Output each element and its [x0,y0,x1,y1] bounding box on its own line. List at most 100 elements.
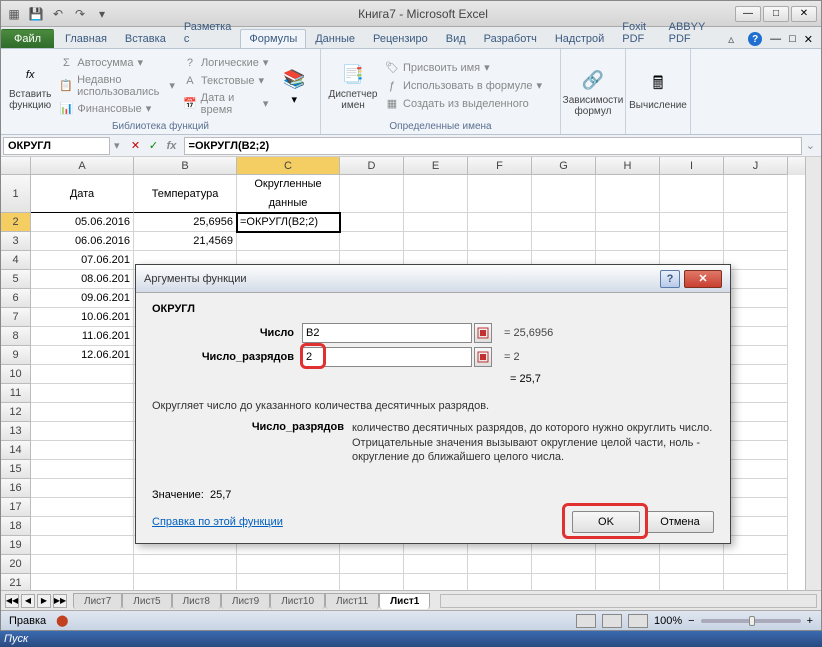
row-header[interactable]: 7 [1,308,31,327]
cell[interactable] [660,232,724,251]
sheet-tab[interactable]: Лист1 [379,593,430,609]
tab-home[interactable]: Главная [56,29,116,48]
cell[interactable] [724,365,788,384]
create-from-selection-button[interactable]: ▦Создать из выделенного [383,96,544,112]
cell[interactable] [724,346,788,365]
arg2-ref-button[interactable] [474,347,492,367]
close-button[interactable]: ✕ [791,6,817,22]
cell[interactable] [532,574,596,590]
row-header[interactable]: 11 [1,384,31,403]
define-name-button[interactable]: 🏷Присвоить имя▾ [383,60,544,76]
dialog-close-icon[interactable]: ✕ [684,270,722,288]
cell[interactable] [237,232,340,251]
cell[interactable] [724,232,788,251]
col-header-f[interactable]: F [468,157,532,175]
cell[interactable] [31,536,134,555]
cell[interactable] [340,555,404,574]
cell[interactable] [340,574,404,590]
help-link[interactable]: Справка по этой функции [152,516,283,528]
doc-minimize-icon[interactable]: — [770,33,781,45]
tab-insert[interactable]: Вставка [116,29,175,48]
cell[interactable] [237,555,340,574]
cell[interactable] [468,574,532,590]
cell[interactable] [468,555,532,574]
cancel-formula-icon[interactable]: ✕ [128,138,144,154]
formula-deps-button[interactable]: 🔗Зависимости формул [567,51,619,132]
cell[interactable] [404,555,468,574]
cell[interactable] [404,175,468,213]
cell[interactable] [724,498,788,517]
sheet-first-icon[interactable]: ◀◀ [5,594,19,608]
row-header[interactable]: 8 [1,327,31,346]
cell[interactable]: 07.06.201 [31,251,134,270]
formula-expand-icon[interactable]: ⌄ [802,139,819,152]
ok-button[interactable]: OK [572,511,640,533]
redo-icon[interactable]: ↷ [71,5,89,23]
cell[interactable]: 11.06.201 [31,327,134,346]
cell[interactable] [660,175,724,213]
select-all-corner[interactable] [1,157,31,175]
cell[interactable] [724,460,788,479]
sheet-next-icon[interactable]: ▶ [37,594,51,608]
excel-icon[interactable]: ▦ [5,5,23,23]
fx-button-icon[interactable]: fx [164,138,180,154]
col-header-a[interactable]: A [31,157,134,175]
cell[interactable] [724,308,788,327]
cell[interactable]: =ОКРУГЛ(B2;2) [237,213,340,232]
cell[interactable] [404,213,468,232]
cell[interactable] [724,536,788,555]
col-header-h[interactable]: H [596,157,660,175]
cell[interactable]: Округленныеданные [237,175,340,213]
cell[interactable] [134,555,237,574]
cell[interactable] [31,422,134,441]
tab-abbyy[interactable]: ABBYY PDF [660,17,715,48]
cell[interactable] [724,327,788,346]
name-manager-button[interactable]: 📑 Диспетчер имен [327,51,379,120]
tab-view[interactable]: Вид [437,29,475,48]
more-functions-button[interactable]: 📚▾ [274,51,314,120]
cell[interactable]: Температура [134,175,237,213]
tab-foxit[interactable]: Foxit PDF [613,17,659,48]
cell[interactable] [724,441,788,460]
cell[interactable]: 06.06.2016 [31,232,134,251]
cell[interactable] [724,479,788,498]
cell[interactable] [468,175,532,213]
cell[interactable] [31,365,134,384]
sheet-last-icon[interactable]: ▶▶ [53,594,67,608]
cell[interactable] [724,251,788,270]
cell[interactable]: Дата [31,175,134,213]
row-header[interactable]: 1 [1,175,31,213]
cell[interactable] [532,213,596,232]
sheet-tab[interactable]: Лист8 [172,593,221,609]
namebox-dropdown-icon[interactable]: ▾ [114,139,120,152]
autosum-button[interactable]: ΣАвтосумма▾ [57,55,177,71]
col-header-c[interactable]: C [237,157,340,175]
cell[interactable] [532,232,596,251]
row-header[interactable]: 4 [1,251,31,270]
row-header[interactable]: 13 [1,422,31,441]
logical-button[interactable]: ?Логические▾ [181,55,270,71]
undo-icon[interactable]: ↶ [49,5,67,23]
cell[interactable] [31,517,134,536]
cell[interactable] [31,498,134,517]
cell[interactable] [660,555,724,574]
financial-button[interactable]: 📊Финансовые▾ [57,101,177,117]
arg1-ref-button[interactable] [474,323,492,343]
sheet-tab[interactable]: Лист10 [270,593,325,609]
cell[interactable] [724,213,788,232]
cell[interactable]: 05.06.2016 [31,213,134,232]
cell[interactable] [31,384,134,403]
tab-developer[interactable]: Разработч [475,29,546,48]
cell[interactable]: 12.06.201 [31,346,134,365]
view-normal-icon[interactable] [576,614,596,628]
row-header[interactable]: 12 [1,403,31,422]
cell[interactable] [532,555,596,574]
cell[interactable] [31,574,134,590]
cell[interactable] [468,232,532,251]
cell[interactable] [724,289,788,308]
cell[interactable] [340,175,404,213]
row-header[interactable]: 16 [1,479,31,498]
cell[interactable] [596,175,660,213]
name-box[interactable]: ОКРУГЛ [3,137,110,155]
col-header-b[interactable]: B [134,157,237,175]
